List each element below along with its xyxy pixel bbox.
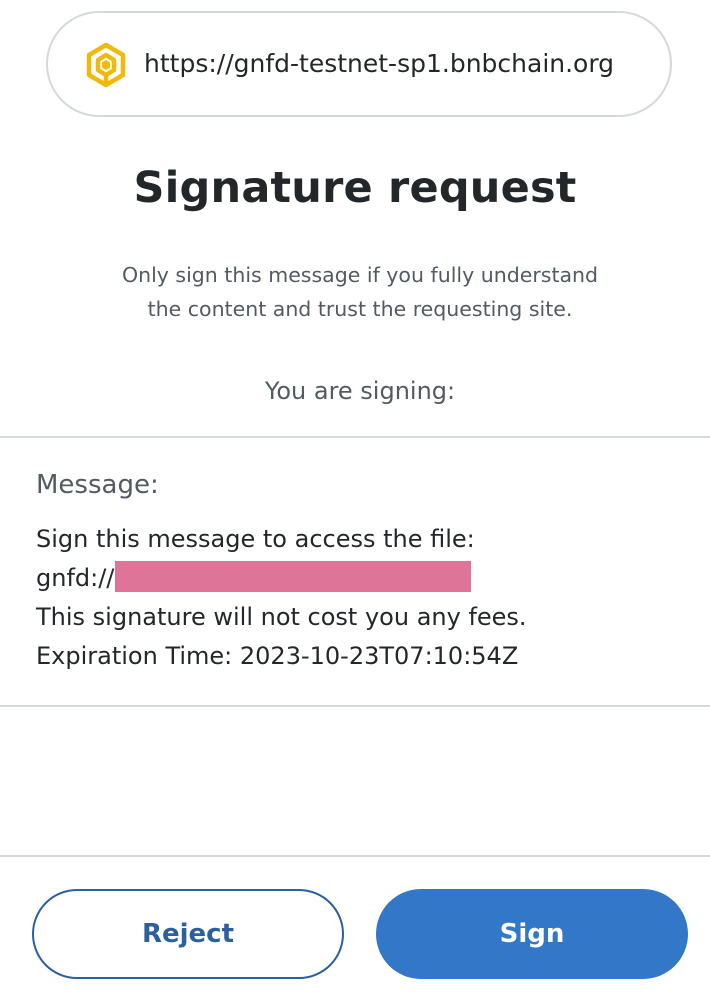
page-title: Signature request (133, 163, 577, 213)
origin-url: https://gnfd-testnet-sp1.bnbchain.org (144, 49, 615, 78)
site-origin-pill: https://gnfd-testnet-sp1.bnbchain.org (46, 11, 672, 117)
warning-subtitle-line-1: Only sign this message if you fully unde… (121, 263, 599, 287)
warning-subtitle-line-2: the content and trust the requesting sit… (147, 297, 573, 321)
message-line-fees: This signature will not cost you any fee… (36, 603, 527, 631)
bottom-divider (0, 705, 710, 707)
file-prefix: gnfd:// (36, 564, 115, 592)
reject-button[interactable]: Reject (32, 889, 344, 979)
warning-subtitle: Only sign this message if you fully unde… (80, 258, 640, 326)
signing-label: You are signing: (264, 377, 456, 405)
top-divider (0, 436, 710, 438)
message-content: Message: Sign this message to access the… (36, 470, 686, 676)
message-line-file: gnfd:// (36, 559, 686, 598)
message-line-expiration: Expiration Time: 2023-10-23T07:10:54Z (36, 642, 519, 670)
footer-divider (0, 855, 710, 857)
bnb-chain-cube-icon (82, 41, 130, 89)
message-line-access: Sign this message to access the file: (36, 525, 475, 553)
redacted-file-path (115, 561, 472, 592)
message-heading: Message: (36, 470, 159, 500)
sign-button[interactable]: Sign (376, 889, 688, 979)
